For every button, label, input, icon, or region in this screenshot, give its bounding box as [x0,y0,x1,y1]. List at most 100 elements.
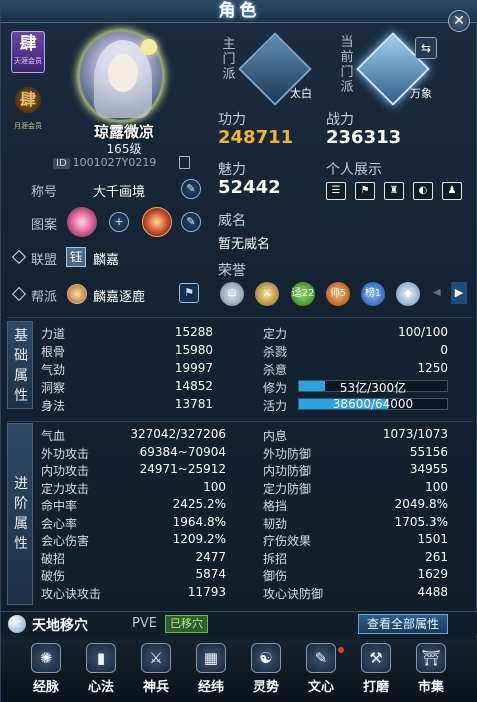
yinyang-icon [8,615,26,633]
huoli-bar: 38600/64000 [298,397,448,411]
advanced-attr-value: 261 [425,549,448,564]
honor-next-button[interactable]: ▶ [451,282,467,304]
advanced-attr-name: 气血 [41,429,66,443]
advanced-attr-name: 内功防御 [263,464,312,478]
basic-attr-value: 19997 [174,361,213,375]
nav-jingwei[interactable]: ▦ 经纬 [186,643,236,699]
xiuwei-text: 53亿/300亿 [339,381,407,395]
main-sect-name: 太白 [290,87,312,100]
advanced-attr-value: 2049.8% [394,497,448,511]
advanced-tab-char: 性 [14,536,28,552]
guild-value[interactable]: 麟嘉逐鹿 [93,286,145,305]
basic-attr-name: 洞察 [41,381,66,395]
hammer-icon: ⚒ [361,643,391,673]
nav-label: 经纬 [197,680,224,695]
showcase-outfit-icon[interactable]: ♟ [442,182,462,200]
honor-path-icon[interactable]: 迳22 [291,282,315,306]
market-icon: ⛩ [416,643,446,673]
title-bar: 角色 [1,1,477,23]
character-name: 琼露微凉 [93,123,154,141]
guild-flag-button[interactable]: ⚑ [179,283,199,303]
advanced-attr-value: 11793 [187,584,226,599]
add-pattern-button[interactable]: + [109,212,129,232]
basic-attr-value: 0 [440,343,448,357]
character-id-row: ID 1001027Y0219 [53,156,156,172]
advanced-attr-name: 疗伤效果 [263,534,312,548]
monthly-badge[interactable]: 肆 月涯会员 [13,87,43,130]
basic-attr-name: 气劲 [41,363,66,377]
nav-shenbing[interactable]: ⚔ 神兵 [131,643,181,699]
honor-prev-icon[interactable]: ◀ [433,287,441,298]
brush-icon: ✎ [306,643,336,673]
nav-jingmai[interactable]: ✺ 经脉 [21,643,71,699]
advanced-attr-name: 御伤 [263,569,288,583]
advanced-attr-value: 34955 [409,462,448,476]
basic-attributes-tab: 基 础 属 性 [7,321,33,409]
meridian-icon: ✺ [31,643,61,673]
nav-label: 文心 [307,680,334,695]
advanced-attr-name: 破伤 [41,569,66,583]
advanced-attr-value: 100 [425,479,448,494]
character-level: 165级 [106,142,142,156]
copy-icon[interactable] [179,156,190,169]
advanced-attr-name: 外功防御 [263,446,312,461]
advanced-attr-name: 外功攻击 [41,446,90,461]
title-value: 大千画境 [93,185,146,200]
nav-shiji[interactable]: ⛩ 市集 [406,643,456,699]
advanced-attr-value: 1705.3% [394,514,448,529]
advanced-attr-value: 4488 [417,584,448,599]
nav-label: 神兵 [142,680,169,695]
honor-gem-icon[interactable]: ◆ [396,282,420,306]
nav-label: 灵势 [252,680,279,695]
nav-xinfa[interactable]: ▮ 心法 [76,643,126,699]
advanced-attr-name: 破招 [41,551,66,566]
honor-label: 荣誉 [218,263,246,279]
moon-icon [141,39,157,55]
advanced-attr-name: 定力攻击 [41,481,90,496]
huoli-text: 38600/64000 [332,397,414,411]
pattern-label: 图案 [31,218,58,233]
edit-pattern-button[interactable]: ✎ [181,212,201,232]
basic-attr-value: 100/100 [398,325,448,339]
id-tag: ID [53,158,70,169]
sun-emblem-icon[interactable] [142,207,172,237]
current-sect-name: 万象 [410,87,432,100]
vip-badge-char: 肆 [19,34,37,54]
basic-attr-value: 14852 [174,379,213,393]
bottom-nav: ✺ 经脉 ▮ 心法 ⚔ 神兵 ▦ 经纬 ☯ 灵势 ✎ 文心 ⚒ 打磨 ⛩ 市集 [1,639,477,702]
advanced-attr-name: 攻心诀攻击 [41,586,102,601]
nav-damo[interactable]: ⚒ 打磨 [351,643,401,699]
alliance-value[interactable]: 麟嘉 [93,249,119,268]
honor-rank-icon[interactable]: 榜1 [361,282,385,306]
fame-label: 威名 [218,213,246,229]
current-sect-label: 当前门派 [340,35,354,95]
close-button[interactable]: ✕ [448,10,470,32]
showcase-mount-icon[interactable]: ◐ [413,182,433,200]
advanced-attr-value: 69384~70904 [139,444,226,459]
mode-row: 天地移穴 PVE 已移穴 查看全部属性 [1,611,477,635]
basic-attr-name: 定力 [263,327,288,341]
gongli-value: 248711 [218,127,294,148]
view-all-attributes-button[interactable]: 查看全部属性 [358,614,448,634]
basic-attr-name: 根骨 [41,345,66,359]
showcase-card-icon[interactable]: ☰ [326,182,346,200]
advanced-attr-name: 会心率 [41,516,78,531]
advanced-attr-value: 5874 [195,567,226,581]
advanced-attr-value: 1209.2% [172,532,226,546]
swap-sect-button[interactable]: ⇆ [415,37,437,59]
edit-title-button[interactable]: ✎ [181,179,201,199]
nav-label: 经脉 [32,680,59,695]
nav-lingshi[interactable]: ☯ 灵势 [241,643,291,699]
showcase-tower-icon[interactable]: ♜ [384,182,404,200]
lotus-emblem-icon[interactable] [67,207,97,237]
showcase-flag-icon[interactable]: ⚑ [355,182,375,200]
zhanli-value: 236313 [326,127,402,148]
honor-warrior-icon[interactable]: ⚔ [255,282,279,306]
honor-master-icon[interactable]: 师5 [326,282,350,306]
basic-tab-char: 属 [14,368,28,384]
nav-label: 市集 [417,680,444,695]
honor-helmet-icon[interactable]: ☖ [220,282,244,306]
vip-badge[interactable]: 肆 天涯会员 [11,31,45,73]
guild-icon [67,284,87,304]
basic-attr-value: 1250 [417,361,448,375]
